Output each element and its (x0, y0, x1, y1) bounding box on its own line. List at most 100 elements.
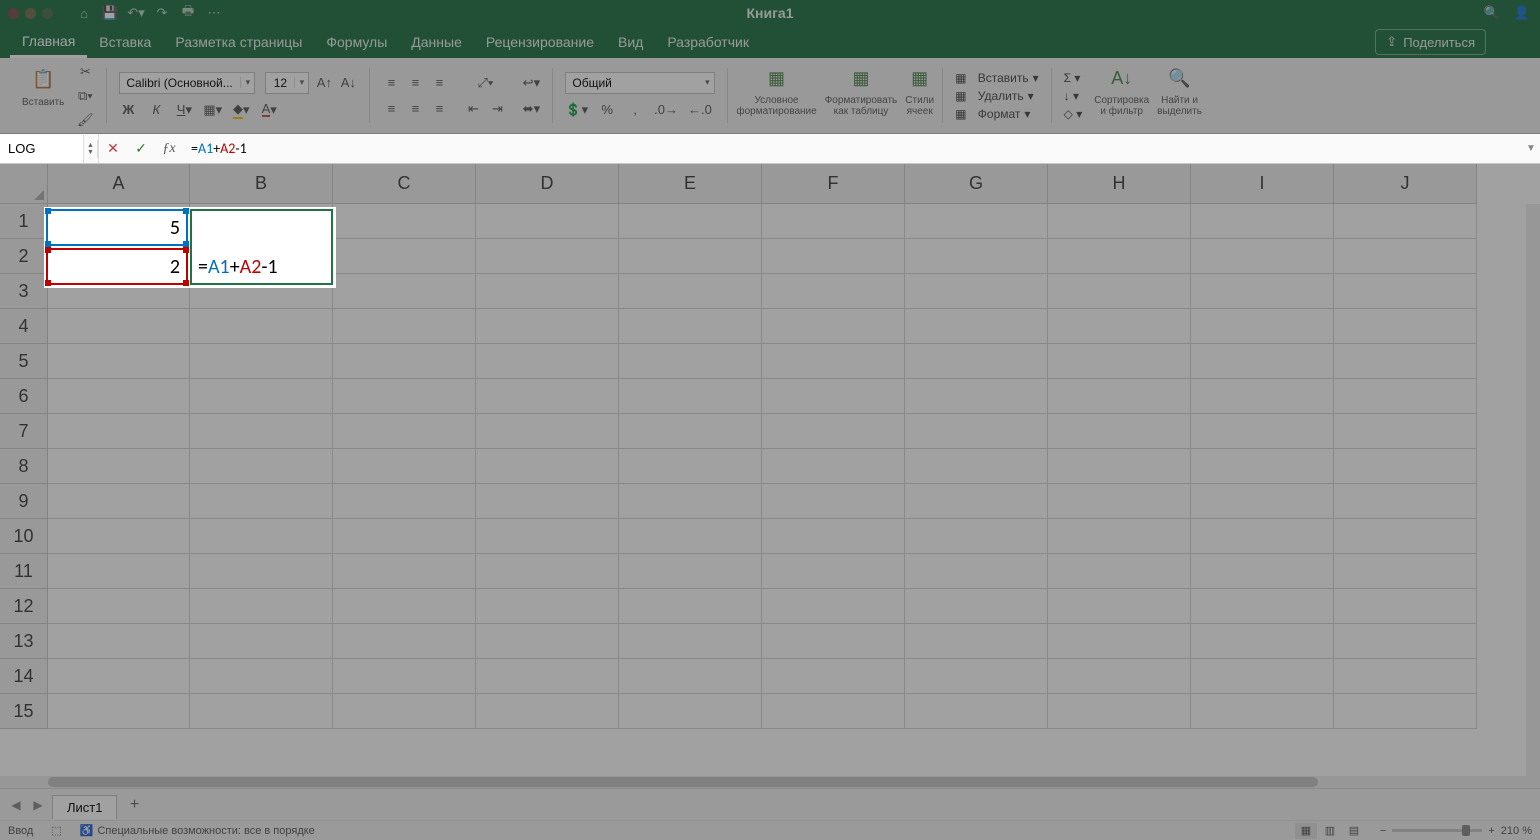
print-icon[interactable]: 🖶 (181, 6, 195, 20)
cell[interactable] (48, 344, 190, 379)
cell[interactable] (762, 309, 905, 344)
cell[interactable] (333, 239, 476, 274)
cell[interactable] (905, 449, 1048, 484)
expand-formula-bar-button[interactable]: ▼ (1522, 143, 1540, 154)
more-icon[interactable]: ⋯ (207, 6, 221, 20)
add-sheet-button[interactable]: + (123, 794, 145, 816)
cell[interactable] (762, 659, 905, 694)
increase-indent-button[interactable]: ⇥ (488, 99, 506, 119)
column-header-f[interactable]: F (762, 164, 905, 204)
column-header-a[interactable]: A (48, 164, 190, 204)
cell[interactable] (190, 449, 333, 484)
share-button[interactable]: ⇪ Поделиться (1375, 29, 1486, 55)
cell[interactable] (619, 554, 762, 589)
save-icon[interactable]: 💾 (103, 6, 117, 20)
align-right-button[interactable]: ≡ (430, 99, 448, 119)
font-name-select[interactable]: Calibri (Основной... ▾ (119, 72, 255, 94)
fill-color-button[interactable]: ◆▾ (232, 100, 250, 120)
cell[interactable] (476, 484, 619, 519)
cell[interactable] (905, 519, 1048, 554)
cell[interactable] (1334, 379, 1477, 414)
name-box-spinner[interactable]: ▲▼ (84, 140, 98, 158)
cell-a2[interactable]: 2 (48, 250, 186, 283)
tab-developer[interactable]: Разработчик (655, 28, 761, 56)
cell[interactable] (905, 344, 1048, 379)
horizontal-scrollbar-thumb[interactable] (48, 777, 1318, 787)
cell[interactable] (762, 239, 905, 274)
cell[interactable] (619, 519, 762, 554)
cell[interactable] (190, 659, 333, 694)
normal-view-button[interactable]: ▦ (1295, 823, 1317, 839)
cell[interactable] (48, 379, 190, 414)
cell[interactable] (333, 344, 476, 379)
cell[interactable] (476, 344, 619, 379)
cell[interactable] (1048, 414, 1191, 449)
cell[interactable] (1048, 274, 1191, 309)
cell[interactable] (476, 204, 619, 239)
cell[interactable] (190, 554, 333, 589)
cell[interactable] (48, 309, 190, 344)
cell[interactable] (1334, 309, 1477, 344)
cell[interactable] (762, 624, 905, 659)
cell[interactable] (1048, 449, 1191, 484)
cell[interactable] (905, 239, 1048, 274)
cell[interactable] (905, 554, 1048, 589)
cell[interactable] (190, 694, 333, 729)
macro-record-icon[interactable]: ⬚ (51, 824, 61, 837)
cell[interactable] (333, 309, 476, 344)
row-header-1[interactable]: 1 (0, 204, 48, 239)
cell[interactable] (333, 449, 476, 484)
fx-button[interactable]: ƒx (155, 141, 183, 157)
cell[interactable] (333, 414, 476, 449)
minimize-window-button[interactable] (25, 8, 36, 19)
find-select-button[interactable]: 🔍 Найти ивыделить (1153, 62, 1206, 126)
cell[interactable] (1191, 519, 1334, 554)
cell[interactable] (619, 204, 762, 239)
undo-icon[interactable]: ↶▾ (129, 6, 143, 20)
align-center-button[interactable]: ≡ (406, 99, 424, 119)
decrease-font-button[interactable]: A↓ (339, 73, 357, 93)
home-icon[interactable]: ⌂ (77, 6, 91, 20)
paste-button[interactable]: 📋 Вставить (18, 64, 68, 128)
autosum-button[interactable]: Σ ▾ (1064, 71, 1081, 85)
row-header-8[interactable]: 8 (0, 449, 48, 484)
cell[interactable] (1334, 204, 1477, 239)
vertical-scrollbar[interactable] (1526, 204, 1540, 776)
clear-button[interactable]: ◇ ▾ (1064, 107, 1083, 121)
cell[interactable] (619, 694, 762, 729)
cell[interactable] (762, 589, 905, 624)
cell[interactable] (476, 589, 619, 624)
cell[interactable] (1048, 344, 1191, 379)
row-header-11[interactable]: 11 (0, 554, 48, 589)
cell-b2-editing[interactable]: =A1+A2-1 (192, 248, 332, 285)
tab-review[interactable]: Рецензирование (474, 28, 606, 56)
italic-button[interactable]: К (147, 100, 165, 120)
cell[interactable] (1334, 449, 1477, 484)
row-header-10[interactable]: 10 (0, 519, 48, 554)
cell[interactable] (476, 309, 619, 344)
cell[interactable] (333, 554, 476, 589)
underline-button[interactable]: Ч▾ (175, 100, 193, 120)
cell[interactable] (190, 414, 333, 449)
confirm-button[interactable]: ✓ (127, 140, 155, 157)
cell[interactable] (1191, 624, 1334, 659)
row-header-3[interactable]: 3 (0, 274, 48, 309)
cell[interactable] (905, 274, 1048, 309)
cell[interactable] (1334, 589, 1477, 624)
cell[interactable] (476, 694, 619, 729)
cell[interactable] (1048, 554, 1191, 589)
cell[interactable] (762, 554, 905, 589)
cell[interactable] (1048, 659, 1191, 694)
cell[interactable] (1048, 484, 1191, 519)
cell[interactable] (476, 414, 619, 449)
cell[interactable] (905, 309, 1048, 344)
row-header-14[interactable]: 14 (0, 659, 48, 694)
cell[interactable] (476, 449, 619, 484)
cut-button[interactable]: ✂︎ (76, 62, 94, 82)
merge-button[interactable]: ⬌▾ (522, 99, 540, 119)
cell[interactable] (190, 484, 333, 519)
sheet-tab[interactable]: Лист1 (52, 795, 117, 819)
cell[interactable] (1334, 554, 1477, 589)
cell[interactable] (1191, 379, 1334, 414)
name-box[interactable]: LOG (0, 135, 84, 163)
